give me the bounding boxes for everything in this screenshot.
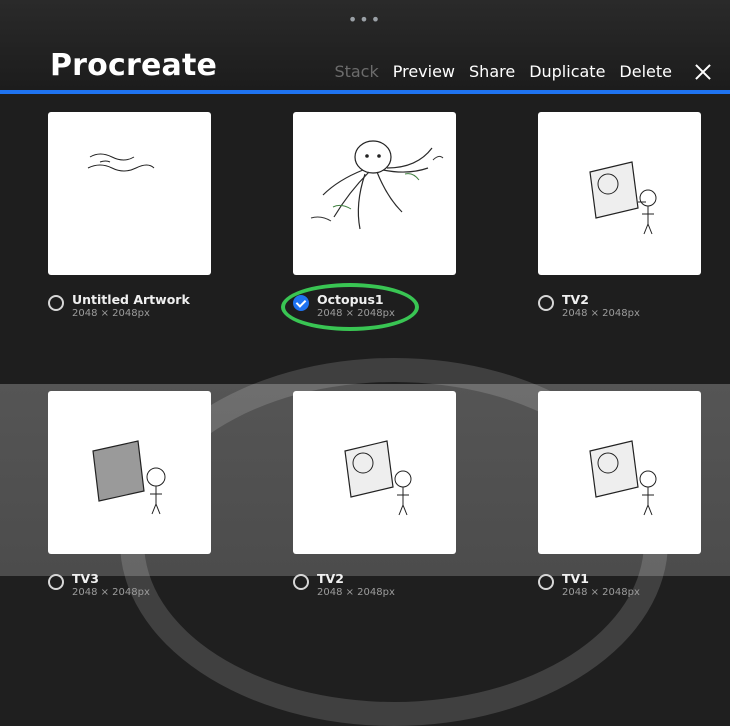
artwork-meta: TV2 2048 × 2048px	[293, 572, 456, 600]
artwork-card[interactable]: TV3 2048 × 2048px	[48, 391, 211, 600]
artwork-thumbnail[interactable]	[293, 391, 456, 554]
artwork-dimensions: 2048 × 2048px	[72, 308, 150, 320]
drag-handle-dots[interactable]: •••	[348, 10, 382, 29]
artwork-title: TV1	[562, 571, 589, 586]
gallery: Untitled Artwork 2048 × 2048px Octopus1 …	[0, 94, 730, 726]
top-bar: ••• Procreate Stack Preview Share Duplic…	[0, 0, 730, 90]
artwork-title: Untitled Artwork	[72, 292, 190, 307]
handwritten-text-thumbnail	[87, 153, 155, 172]
artwork-card[interactable]: Untitled Artwork 2048 × 2048px	[48, 112, 211, 321]
artwork-dimensions: 2048 × 2048px	[562, 308, 640, 320]
artwork-meta: TV1 2048 × 2048px	[538, 572, 701, 600]
tv-person-thumbnail	[344, 440, 412, 516]
app-title[interactable]: Procreate	[50, 48, 217, 83]
artwork-dimensions: 2048 × 2048px	[317, 308, 395, 320]
selection-radio[interactable]	[538, 574, 554, 590]
tv-person-thumbnail	[589, 440, 657, 516]
duplicate-button[interactable]: Duplicate	[529, 62, 605, 81]
artwork-dimensions: 2048 × 2048px	[562, 587, 640, 599]
artwork-card[interactable]: TV1 2048 × 2048px	[538, 391, 701, 600]
artwork-thumbnail[interactable]	[538, 112, 701, 275]
artwork-title: Octopus1	[317, 292, 384, 307]
delete-button[interactable]: Delete	[619, 62, 672, 81]
artwork-dimensions: 2048 × 2048px	[72, 587, 150, 599]
artwork-title: TV2	[317, 571, 344, 586]
artwork-card[interactable]: TV2 2048 × 2048px	[538, 112, 701, 321]
artwork-dimensions: 2048 × 2048px	[317, 587, 395, 599]
artwork-meta: TV3 2048 × 2048px	[48, 572, 211, 600]
artwork-thumbnail[interactable]	[48, 391, 211, 554]
selection-radio[interactable]	[48, 295, 64, 311]
octopus-thumbnail	[310, 140, 444, 230]
preview-button[interactable]: Preview	[393, 62, 455, 81]
share-button[interactable]: Share	[469, 62, 515, 81]
artwork-card[interactable]: Octopus1 2048 × 2048px	[281, 112, 456, 331]
selection-radio[interactable]	[293, 574, 309, 590]
artwork-thumbnail[interactable]	[293, 112, 456, 275]
artwork-meta: Untitled Artwork 2048 × 2048px	[48, 293, 211, 321]
tv-person-thumbnail	[92, 440, 166, 515]
artwork-meta: TV2 2048 × 2048px	[538, 293, 701, 321]
artwork-title: TV3	[72, 571, 99, 586]
artwork-meta: Octopus1 2048 × 2048px	[281, 283, 456, 331]
artwork-thumbnail[interactable]	[538, 391, 701, 554]
artwork-title: TV2	[562, 292, 589, 307]
artwork-thumbnail[interactable]	[48, 112, 211, 275]
artwork-card[interactable]: TV2 2048 × 2048px	[293, 391, 456, 600]
tv-person-thumbnail	[589, 161, 657, 235]
selection-radio[interactable]	[538, 295, 554, 311]
stack-button[interactable]: Stack	[334, 62, 378, 81]
artwork-grid: Untitled Artwork 2048 × 2048px Octopus1 …	[48, 112, 708, 600]
selection-radio[interactable]	[48, 574, 64, 590]
selection-actions: Stack Preview Share Duplicate Delete	[334, 62, 712, 81]
close-icon[interactable]	[694, 63, 712, 81]
selected-radio[interactable]	[293, 295, 309, 311]
